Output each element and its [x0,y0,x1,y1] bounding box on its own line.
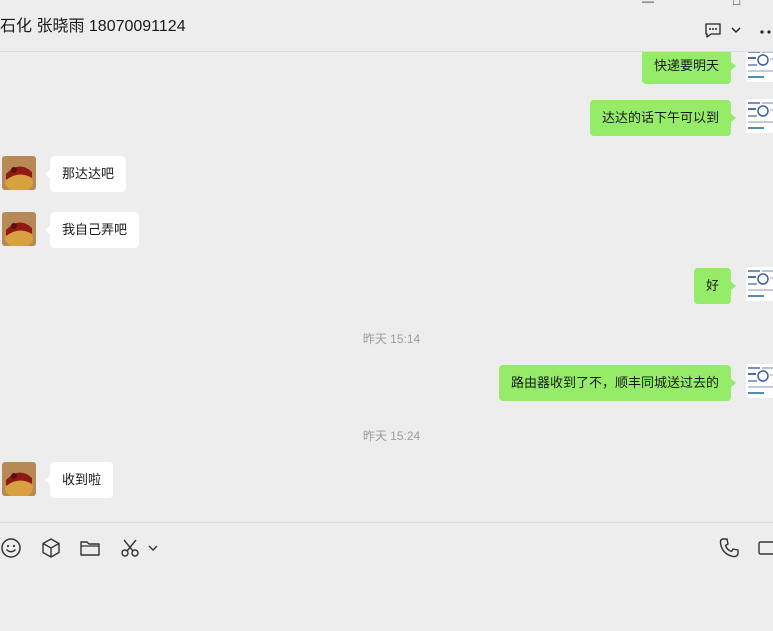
emoji-icon [1,538,21,558]
chat-bubble-icon [705,23,721,38]
contact-photo-icon [2,156,36,190]
chat-header: 石化 张晓雨 18070091124 — □ [0,0,773,52]
chevron-down-icon [731,27,741,33]
send-file-button[interactable] [79,537,101,559]
chevron-down-icon [148,545,158,551]
message-list[interactable]: 快递要明天 达达的话下午可以到 那达达吧 我自己弄吧 好 昨天 15:14 路由… [0,52,773,522]
contact-avatar[interactable] [2,156,36,190]
message-bubble-sent[interactable]: 路由器收到了不，顺丰同城送过去的 [498,365,737,401]
message-bubble-sent[interactable]: 达达的话下午可以到 [589,100,737,136]
input-area[interactable] [0,522,773,631]
more-icon [760,30,771,34]
my-avatar[interactable] [746,267,773,301]
my-avatar[interactable] [746,364,773,398]
my-avatar[interactable] [746,99,773,133]
contact-avatar[interactable] [2,212,36,246]
qr-avatar-icon [746,267,773,301]
message-timestamp: 昨天 15:14 [362,332,421,346]
message-bubble-received[interactable]: 我自己弄吧 [44,212,140,248]
message-bubble-received[interactable]: 收到啦 [44,462,114,498]
package-icon [42,538,60,558]
my-avatar[interactable] [746,52,773,82]
folder-icon [80,541,100,556]
contact-photo-icon [2,212,36,246]
contact-photo-icon [2,462,36,496]
video-icon [758,541,773,555]
favorites-button[interactable] [40,537,62,559]
more-options-button[interactable] [759,20,773,38]
emoji-button[interactable] [0,537,22,559]
phone-icon [719,538,739,558]
message-bubble-sent[interactable]: 快递要明天 [641,52,737,84]
qr-avatar-icon [746,364,773,398]
qr-avatar-icon [746,52,773,82]
video-call-button[interactable] [758,537,773,559]
message-bubble-received[interactable]: 那达达吧 [44,156,127,192]
minimize-button[interactable]: — [642,0,654,8]
chat-title: 石化 张晓雨 18070091124 [0,18,186,35]
contact-avatar[interactable] [2,462,36,496]
message-timestamp: 昨天 15:24 [362,429,421,443]
scissors-icon [121,539,139,557]
qr-avatar-icon [746,99,773,133]
screenshot-button[interactable] [119,537,159,559]
chat-info-button[interactable] [703,20,743,40]
voice-call-button[interactable] [718,537,740,559]
message-bubble-sent[interactable]: 好 [693,268,737,304]
maximize-button[interactable]: □ [733,0,740,8]
